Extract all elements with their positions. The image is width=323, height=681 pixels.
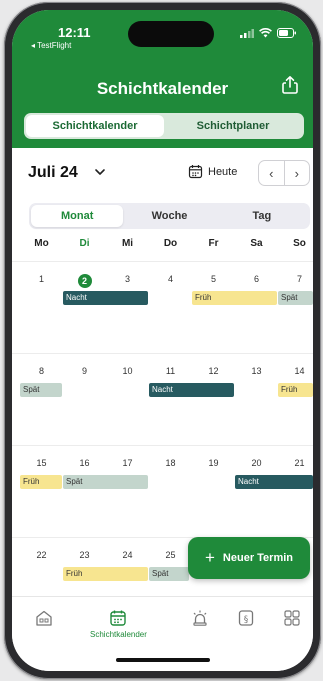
paragraph-icon: §	[238, 610, 254, 626]
phone-frame: 12:11 ◂ TestFlight Schichtkalender Schic…	[4, 2, 321, 679]
weekday-header: Mo Di Mi Do Fr Sa So	[20, 238, 313, 254]
day-cell[interactable]: 24	[106, 550, 149, 560]
shift-event[interactable]: Früh	[63, 567, 148, 581]
day-cell[interactable]: 14	[278, 366, 313, 376]
top-segmented-control: Schichtkalender Schichtplaner	[24, 113, 304, 139]
tab-home[interactable]	[35, 609, 53, 627]
calendar-week: 8 9 10 11 12 13 14 Spät Nacht Früh	[12, 353, 313, 445]
next-month-button[interactable]: ›	[283, 161, 310, 185]
day-cell[interactable]: 4	[149, 274, 192, 284]
day-cell[interactable]: 15	[20, 458, 63, 468]
tab-paragraph[interactable]: §	[237, 609, 255, 627]
day-cell[interactable]: 25	[149, 550, 192, 560]
app-screen: 12:11 ◂ TestFlight Schichtkalender Schic…	[12, 10, 313, 671]
weekday-di: Di	[79, 238, 90, 249]
day-cell[interactable]: 3	[106, 274, 149, 284]
page-title: Schichtkalender	[96, 79, 229, 98]
calendar-week: 1 2 3 4 5 6 7 Nacht Früh Spät	[12, 261, 313, 353]
weekday-do: Do	[163, 238, 178, 249]
shift-event[interactable]: Nacht	[235, 475, 313, 489]
view-segmented-control: Monat Woche Tag	[29, 203, 310, 229]
status-time: 12:11	[58, 25, 91, 40]
shift-event[interactable]: Spät	[149, 567, 189, 581]
day-cell[interactable]: 16	[63, 458, 106, 468]
dynamic-island	[128, 21, 214, 47]
tab-monat[interactable]: Monat	[31, 205, 124, 227]
wifi-icon	[259, 28, 272, 38]
day-cell[interactable]: 22	[20, 550, 63, 560]
tab-more[interactable]	[283, 609, 301, 627]
tab-label: Schichtkalender	[90, 630, 147, 639]
tab-schichtkalender-nav[interactable]: Schichtkalender	[90, 609, 147, 639]
day-cell[interactable]: 11	[149, 366, 192, 376]
share-button[interactable]	[279, 74, 301, 96]
tab-alarm[interactable]	[191, 609, 209, 627]
shift-event[interactable]: Spät	[278, 291, 313, 305]
shift-event[interactable]: Spät	[20, 383, 62, 397]
tab-woche[interactable]: Woche	[123, 205, 215, 227]
battery-icon	[277, 28, 296, 38]
day-cell[interactable]: 9	[63, 366, 106, 376]
day-cell[interactable]: 21	[278, 458, 313, 468]
shift-event[interactable]: Früh	[278, 383, 313, 397]
day-cell[interactable]: 19	[192, 458, 235, 468]
home-icon	[36, 610, 52, 626]
day-cell[interactable]: 1	[20, 274, 63, 284]
app-header: 12:11 ◂ TestFlight Schichtkalender Schic…	[12, 10, 313, 148]
today-label: Heute	[208, 165, 238, 178]
grid-icon	[284, 610, 300, 626]
weekday-mo: Mo	[34, 238, 49, 249]
day-cell[interactable]: 20	[235, 458, 278, 468]
shift-event[interactable]: Nacht	[63, 291, 148, 305]
month-stepper: ‹ ›	[258, 160, 310, 186]
day-cell[interactable]: 8	[20, 366, 63, 376]
weekday-mi: Mi	[121, 238, 134, 249]
shift-event[interactable]: Früh	[192, 291, 277, 305]
new-appointment-label: Neuer Termin	[222, 552, 294, 564]
tab-tag[interactable]: Tag	[216, 205, 308, 227]
day-cell[interactable]: 17	[106, 458, 149, 468]
day-cell[interactable]: 7	[278, 274, 313, 284]
shift-event[interactable]: Früh	[20, 475, 62, 489]
today-marker: 2	[77, 274, 92, 288]
day-cell[interactable]: 10	[106, 366, 149, 376]
weekday-so: So	[293, 238, 306, 249]
back-to-testflight-link[interactable]: ◂ TestFlight	[31, 41, 71, 50]
previous-month-button[interactable]: ‹	[259, 161, 284, 185]
today-button[interactable]: Heute	[188, 164, 237, 179]
shift-event[interactable]: Spät	[63, 475, 148, 489]
chevron-down-icon[interactable]	[94, 166, 106, 178]
calendar-icon	[110, 610, 127, 626]
calendar-today-icon	[188, 165, 203, 179]
share-icon	[282, 76, 298, 94]
plus-icon: +	[204, 548, 215, 567]
day-cell[interactable]: 23	[63, 550, 106, 560]
day-cell-today[interactable]: 2	[63, 274, 106, 288]
weekday-fr: Fr	[208, 238, 219, 249]
shift-event[interactable]: Nacht	[149, 383, 234, 397]
day-cell[interactable]: 18	[149, 458, 192, 468]
weekday-sa: Sa	[250, 238, 263, 249]
month-label[interactable]: Juli 24	[28, 164, 78, 182]
day-cell[interactable]: 13	[235, 366, 278, 376]
svg-text:§: §	[244, 615, 249, 625]
new-appointment-button[interactable]: + Neuer Termin	[188, 537, 310, 579]
home-indicator	[116, 658, 210, 662]
alarm-light-icon	[193, 610, 207, 626]
tab-schichtplaner[interactable]: Schichtplaner	[164, 115, 302, 137]
cellular-signal-icon	[240, 28, 254, 38]
day-cell[interactable]: 6	[235, 274, 278, 284]
tab-schichtkalender[interactable]: Schichtkalender	[26, 115, 164, 137]
month-navigation: Juli 24 Heute ‹ ›	[28, 160, 310, 186]
day-cell[interactable]: 5	[192, 274, 235, 284]
calendar-week: 15 16 17 18 19 20 21 Früh Spät Nacht	[12, 445, 313, 537]
status-icons	[240, 28, 297, 38]
day-cell[interactable]: 12	[192, 366, 235, 376]
